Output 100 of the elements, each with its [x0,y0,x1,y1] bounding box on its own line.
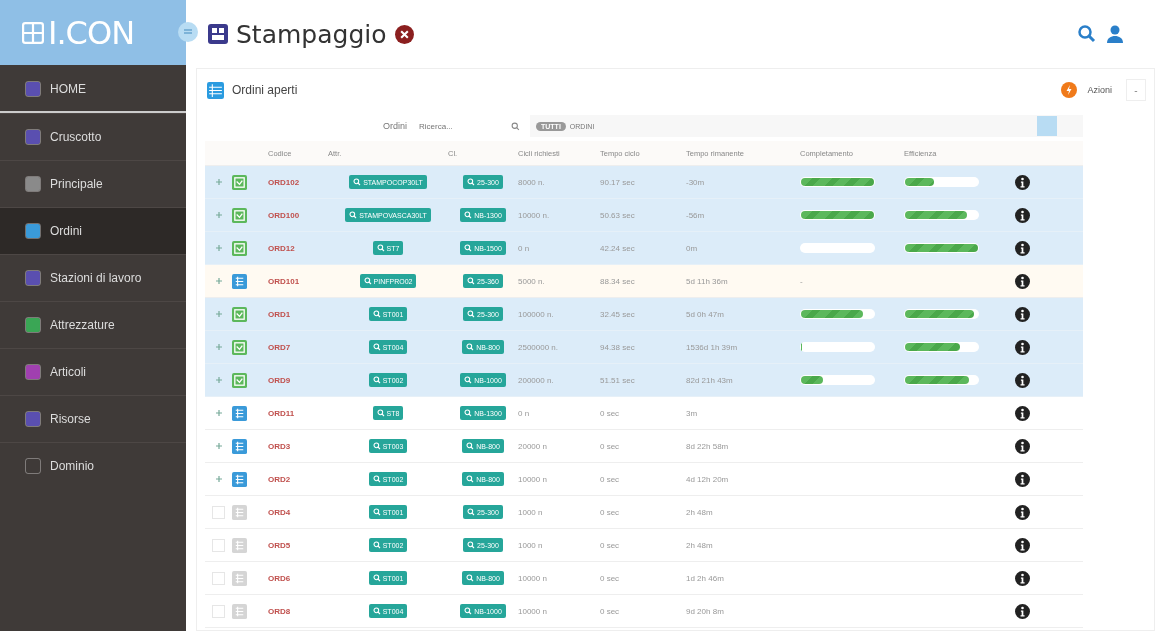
search-icon [372,607,381,615]
table-cell-text: 0 n [518,243,531,253]
info-icon[interactable] [1014,438,1030,454]
search-icon [464,376,473,384]
order-code: ORD100 [268,210,301,220]
search-icon [372,541,381,549]
table-cell-text: 20000 n [518,441,548,451]
order-code: ORD3 [268,441,292,451]
dropdown-button[interactable]: - [1126,79,1146,101]
search-icon [466,343,475,351]
table-cell-text: 88.34 sec [600,276,636,286]
info-icon[interactable] [1014,306,1030,322]
order-code: ORD6 [268,573,292,583]
module-icon [208,24,228,44]
search-icon [467,541,476,549]
expand-icon[interactable] [215,443,222,449]
table-cell-text: 1d 2h 46m [686,573,725,583]
table-cell-text: -30m [686,177,706,187]
table-cell-text: 4d 12h 20m [686,474,730,484]
table-cell-text: 10000 n [518,474,548,484]
search-icon [372,574,381,582]
table-cell-text: 1536d 1h 39m [686,342,739,352]
close-icon[interactable] [394,24,414,44]
search-icon [372,475,381,483]
table-cell-text: 0 sec [600,606,621,616]
table-cell-text: 0 n [518,408,531,418]
table-cell-text: 0 sec [600,507,621,517]
menu-toggle-icon[interactable] [178,22,198,42]
expand-icon[interactable] [215,476,222,482]
search-icon[interactable] [1077,24,1097,44]
info-icon[interactable] [1014,174,1030,190]
order-code: ORD5 [268,540,292,550]
table-cell-text: 100000 n. [518,309,555,319]
search-icon [467,277,476,285]
sidebar-item[interactable]: Ordini [0,207,186,254]
info-icon[interactable] [1014,603,1030,619]
table-cell-text: 8000 n. [518,177,546,187]
table-cell-text: 0 sec [600,474,621,484]
info-icon[interactable] [1014,405,1030,421]
grid-logo-icon [22,21,44,44]
order-code: ORD102 [268,177,301,187]
checkbox[interactable] [212,571,225,585]
info-icon[interactable] [1014,570,1030,586]
table-cell-text: 1000 n [518,540,544,550]
table-cell-text: 10000 n [518,573,548,583]
table-cell-text: 8d 22h 58m [686,441,730,451]
order-code: ORD2 [268,474,292,484]
info-icon[interactable] [1014,207,1030,223]
table-cell: - [800,276,803,286]
order-code: ORD9 [268,375,292,385]
info-icon[interactable] [1014,372,1030,388]
search-icon [376,409,385,417]
table-cell-text: 3m [686,408,699,418]
search-icon [467,178,476,186]
search-icon [353,178,362,186]
checkbox[interactable] [212,505,225,519]
info-icon[interactable] [1014,504,1030,520]
search-icon [466,574,475,582]
table-cell-text: 10000 n [518,606,548,616]
table-cell-text: 0 sec [600,573,621,583]
search-icon [372,442,381,450]
user-icon[interactable] [1105,23,1125,45]
search-icon [464,211,473,219]
logo-text: I.CON [48,13,135,52]
table-cell-text: 0 sec [600,540,621,550]
search-icon [467,310,476,318]
table-cell-text: 5000 n. [518,276,546,286]
table-cell-text: 0 sec [600,441,621,451]
info-icon[interactable] [1014,471,1030,487]
order-code: ORD8 [268,606,292,616]
table-cell-text: 0m [686,243,699,253]
search-icon [464,607,473,615]
order-code: ORD12 [268,243,296,253]
info-icon[interactable] [1014,273,1030,289]
order-code: ORD101 [268,276,301,286]
search-icon [372,343,381,351]
table-cell-text: 200000 n. [518,375,555,385]
order-code: ORD1 [268,309,292,319]
search-icon [466,442,475,450]
table-cell-text: 5d 11h 36m [686,276,729,286]
table-cell-text: 10000 n. [518,210,551,220]
checkbox[interactable] [212,538,225,552]
table-cell-text: 5d 0h 47m [686,309,725,319]
search-icon [467,508,476,516]
order-code: ORD4 [268,507,292,517]
expand-icon[interactable] [215,410,222,416]
info-icon[interactable] [1014,537,1030,553]
order-code: ORD7 [268,342,292,352]
search-icon[interactable] [511,121,520,131]
table-cell-text: 90.17 sec [600,177,636,187]
checkbox[interactable] [212,604,225,618]
lightning-icon [1061,82,1078,98]
search-icon [372,310,381,318]
info-icon[interactable] [1014,240,1030,256]
search-icon [464,244,473,252]
search-icon [376,244,385,252]
filter-label: Ordini [383,121,407,131]
info-icon[interactable] [1014,339,1030,355]
table-cell-text: 50.63 sec [600,210,636,220]
order-code: ORD11 [268,408,296,418]
